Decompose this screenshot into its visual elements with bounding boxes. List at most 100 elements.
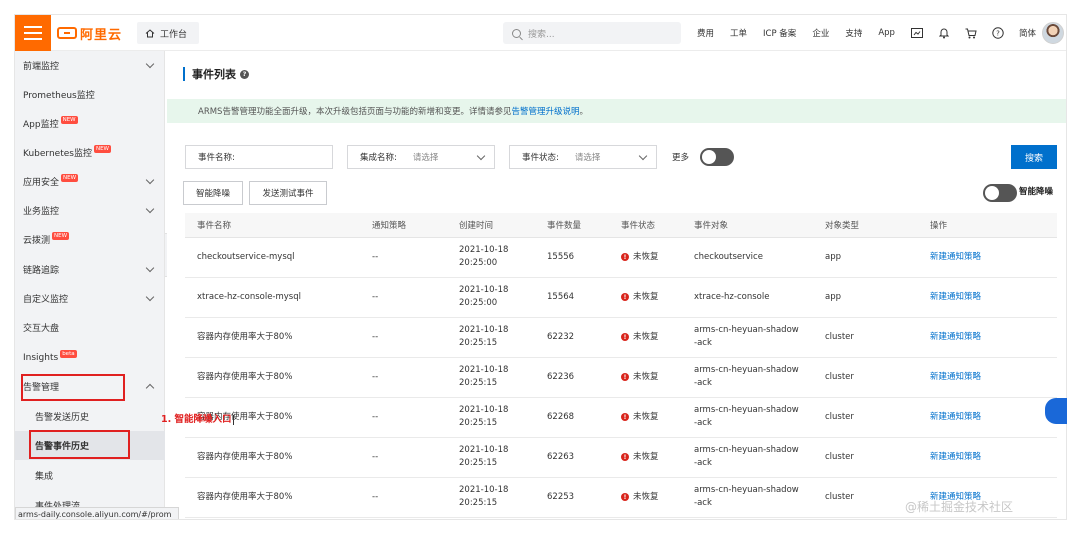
event-object-cell: arms-cn-heyuan-shadow -ack — [682, 397, 813, 438]
user-avatar[interactable] — [1042, 22, 1064, 44]
sidebar-item-kubernetes[interactable]: Kubernetes监控 NEW — [15, 138, 165, 167]
event-name: 容器内存使用率大于80% — [197, 331, 293, 342]
nav-link-support[interactable]: 支持 — [845, 27, 862, 39]
sidebar-item-insights[interactable]: Insights beta — [15, 343, 165, 372]
language-switch[interactable]: 简体 — [1019, 27, 1036, 39]
column-header[interactable]: 事件名称 — [185, 213, 360, 238]
column-header[interactable]: 创建时间 — [447, 213, 535, 238]
policy-cell: -- — [360, 477, 447, 518]
notice-link[interactable]: 告警管理升级说明 — [511, 105, 579, 117]
create-notify-policy-link[interactable]: 新建通知策略 — [930, 252, 981, 262]
event-count-cell: 62236 — [535, 357, 609, 398]
nav-link-icp[interactable]: ICP 备案 — [763, 27, 796, 39]
integration-name-select[interactable]: 集成名称: 请选择 — [347, 145, 495, 169]
column-header[interactable]: 通知策略 — [360, 213, 447, 238]
smart-noise-reduction-toggle[interactable] — [983, 184, 1017, 202]
main-content: 事件列表 ? ARMS告警管理功能全面升级，本次升级包括页面与功能的新增和变更。… — [167, 51, 1066, 519]
create-notify-policy-link[interactable]: 新建通知策略 — [930, 372, 981, 382]
cart-icon[interactable] — [965, 27, 978, 40]
nav-link-enterprise[interactable]: 企业 — [812, 27, 829, 39]
event-status-cell: ! 未恢复 — [609, 277, 682, 318]
sidebar-item-alert-send-history[interactable]: 告警发送历史 — [15, 402, 165, 431]
column-header[interactable]: 事件数量 — [535, 213, 609, 238]
created-time-cell: 2021-10-18 20:25:15 — [447, 437, 535, 478]
sidebar-item-app-monitor[interactable]: App监控 NEW — [15, 109, 165, 138]
more-filters-toggle[interactable] — [700, 148, 734, 166]
chevron-down-icon — [476, 151, 486, 161]
sidebar-item-cloud-probe[interactable]: 云拨测 NEW — [15, 225, 165, 254]
column-header[interactable]: 事件对象 — [682, 213, 813, 238]
notify-policy: -- — [372, 291, 379, 302]
create-notify-policy-link[interactable]: 新建通知策略 — [930, 452, 981, 462]
smart-noise-reduction-button[interactable]: 智能降噪 — [183, 181, 243, 205]
table-row[interactable]: 容器内存使用率大于80% -- 2021-10-18 20:25:15 62263! 未恢… — [185, 437, 1057, 478]
new-badge: NEW — [93, 144, 111, 153]
event-name-filter[interactable]: 事件名称: — [185, 145, 333, 169]
event-object-cont: -ack — [694, 458, 712, 468]
table-header-row: 事件名称 通知策略 创建时间 事件数量 事件状态 事件对象 对象类型 操作 — [185, 213, 1057, 238]
create-notify-policy-link[interactable]: 新建通知策略 — [930, 292, 981, 302]
search-button[interactable]: 搜索 — [1011, 145, 1057, 169]
event-count-cell: 15556 — [535, 237, 609, 278]
event-object: arms-cn-heyuan-shadow — [694, 445, 799, 455]
global-search-input[interactable]: 搜索... — [503, 22, 681, 44]
event-count-cell: 15564 — [535, 277, 609, 318]
sidebar-item-frontend-monitor[interactable]: 前端监控 — [15, 51, 165, 80]
hamburger-menu-button[interactable] — [15, 15, 51, 51]
event-name-cell: 容器内存使用率大于80% — [185, 437, 360, 478]
search-placeholder: 搜索... — [528, 29, 555, 40]
menu-icon — [24, 38, 42, 40]
table-row[interactable]: xtrace-hz-console-mysql -- 2021-10-18 20:25… — [185, 277, 1057, 318]
nav-link-billing[interactable]: 费用 — [697, 27, 714, 39]
sidebar-item-tracing[interactable]: 链路追踪 — [15, 255, 165, 284]
text-cursor — [232, 414, 234, 425]
workbench-button[interactable]: 工作台 — [137, 22, 199, 44]
home-icon — [145, 28, 155, 37]
sidebar-item-integration[interactable]: 集成 — [15, 461, 165, 490]
sidebar-item-app-security[interactable]: 应用安全 NEW — [15, 167, 165, 196]
sidebar-item-label: App监控 — [23, 120, 59, 130]
event-status-cell: ! 未恢复 — [609, 437, 682, 478]
sidebar-item-label: 告警发送历史 — [35, 413, 90, 423]
event-object-cont: -ack — [694, 378, 712, 388]
object-type: cluster — [825, 411, 854, 422]
create-notify-policy-link[interactable]: 新建通知策略 — [930, 412, 981, 422]
event-status-select[interactable]: 事件状态: 请选择 — [509, 145, 657, 169]
action-cell: 新建通知策略 — [918, 357, 1057, 398]
error-icon: ! — [621, 413, 629, 421]
object-type-cell: cluster — [813, 477, 918, 518]
floating-help-button[interactable] — [1045, 398, 1067, 424]
table-row[interactable]: 容器内存使用率大于80% -- 2021-10-18 20:25:15 62268! 未恢… — [185, 397, 1057, 438]
help-icon[interactable]: ? — [240, 69, 249, 79]
help-circle-icon[interactable]: ? — [992, 27, 1005, 40]
table-row[interactable]: 容器内存使用率大于80% -- 2021-10-18 20:25:15 62236! 未恢… — [185, 357, 1057, 398]
event-name-cell: 容器内存使用率大于80% — [185, 477, 360, 518]
table-row[interactable]: 容器内存使用率大于80% -- 2021-10-18 20:25:15 62232! 未恢… — [185, 317, 1057, 358]
sidebar-item-label: 应用安全 — [23, 178, 60, 188]
event-object-cell: arms-cn-heyuan-shadow -ack — [682, 357, 813, 398]
bell-icon[interactable] — [938, 27, 951, 40]
table-row[interactable]: checkoutservice-mysql -- 2021-10-18 20:25:0… — [185, 237, 1057, 278]
object-type: cluster — [825, 371, 854, 382]
sidebar-item-prometheus[interactable]: Prometheus监控 — [15, 80, 165, 109]
object-type-cell: cluster — [813, 317, 918, 358]
svg-text:?: ? — [997, 30, 1001, 38]
column-header[interactable]: 操作 — [918, 213, 1057, 238]
event-object: arms-cn-heyuan-shadow — [694, 485, 799, 495]
send-test-event-button[interactable]: 发送测试事件 — [249, 181, 327, 205]
sidebar-item-dashboard[interactable]: 交互大盘 — [15, 313, 165, 342]
message-icon[interactable] — [911, 27, 924, 40]
annotation-label: 1. 智能降噪入口 — [161, 411, 234, 425]
event-count-cell: 62253 — [535, 477, 609, 518]
sidebar-item-custom-monitor[interactable]: 自定义监控 — [15, 284, 165, 313]
create-notify-policy-link[interactable]: 新建通知策略 — [930, 332, 981, 342]
object-type-cell: app — [813, 277, 918, 318]
aliyun-logo[interactable]: 阿里云 — [57, 24, 122, 43]
column-header[interactable]: 事件状态 — [609, 213, 682, 238]
table-row[interactable]: 容器内存使用率大于80%--2021-10-1820:25:1562250!未恢… — [185, 517, 1057, 519]
sidebar-item-business-monitor[interactable]: 业务监控 — [15, 196, 165, 225]
nav-link-app[interactable]: App — [878, 28, 895, 38]
search-icon — [512, 28, 521, 38]
column-header[interactable]: 对象类型 — [813, 213, 918, 238]
nav-link-tickets[interactable]: 工单 — [730, 27, 747, 39]
